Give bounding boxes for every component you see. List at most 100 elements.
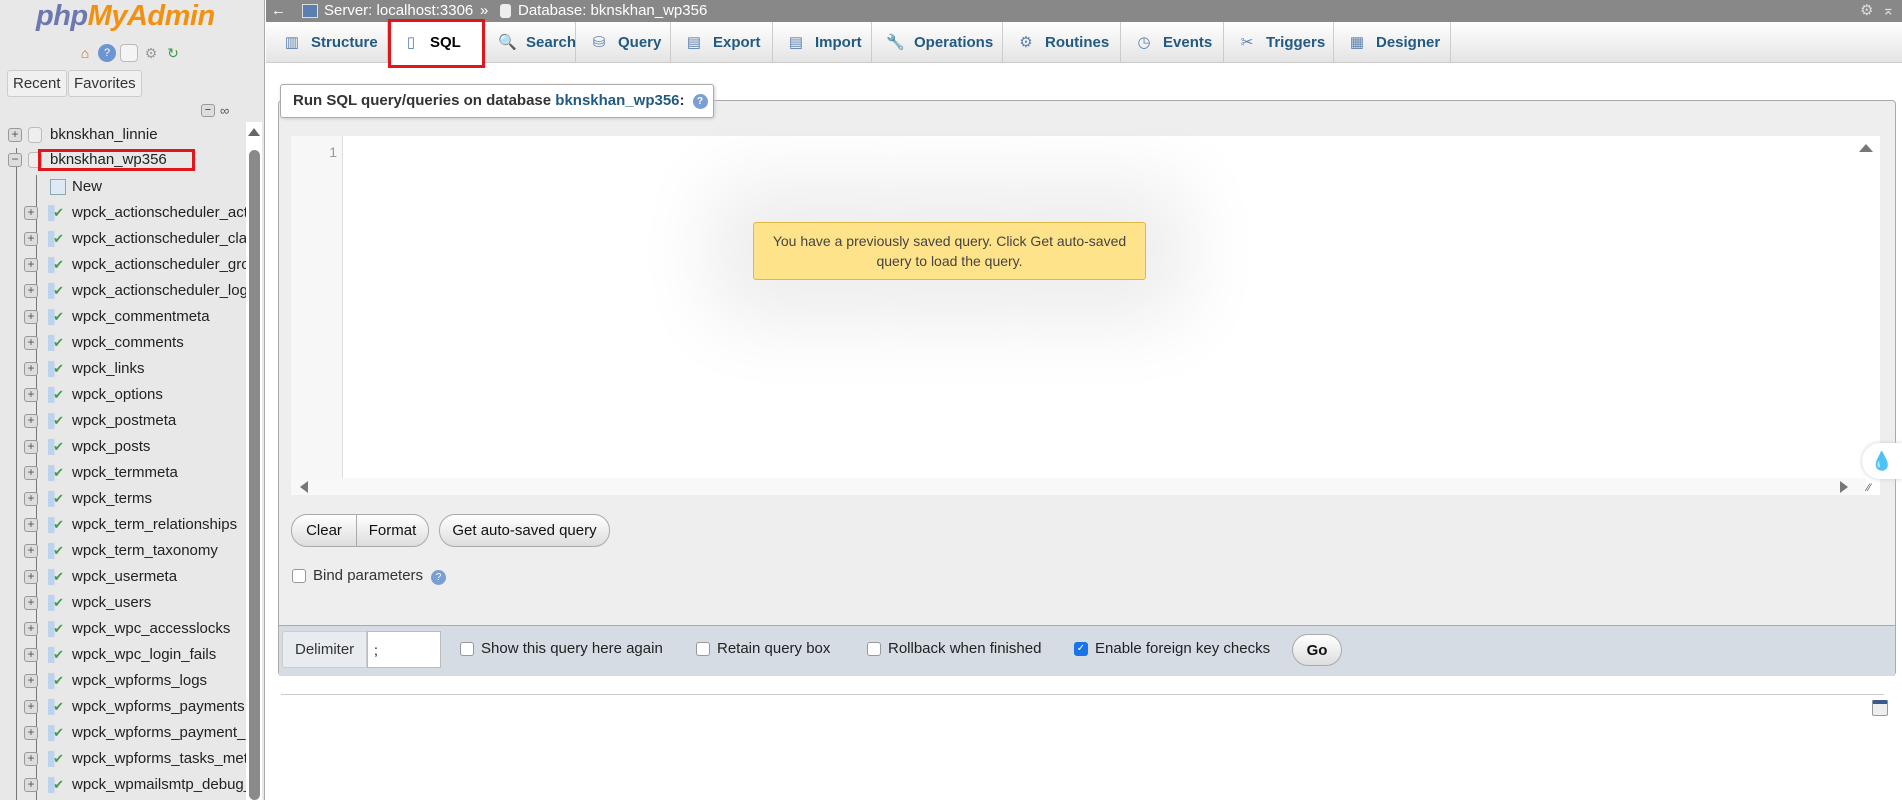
table-item[interactable]: + ✔ wpck_users xyxy=(0,591,246,615)
expand-icon[interactable]: + xyxy=(24,518,38,532)
link-icon[interactable]: ∞ xyxy=(220,103,229,118)
option-label[interactable]: Rollback when finished xyxy=(888,640,1041,657)
expand-icon[interactable]: + xyxy=(24,466,38,480)
tab-events[interactable]: ◷ Events xyxy=(1121,22,1224,63)
table-item[interactable]: + ✔ wpck_wpforms_logs xyxy=(0,669,246,693)
table-name[interactable]: wpck_usermeta xyxy=(72,565,177,589)
table-item[interactable]: + ✔ wpck_wpforms_tasks_met xyxy=(0,747,248,771)
tab-operations[interactable]: 🔧 Operations xyxy=(872,22,1003,63)
droplet-widget-icon[interactable]: 💧 xyxy=(1862,443,1902,479)
expand-icon[interactable]: + xyxy=(24,284,38,298)
bind-parameters-label[interactable]: Bind parameters xyxy=(313,567,423,584)
recent-button[interactable]: Recent xyxy=(7,70,67,97)
expand-icon[interactable]: + xyxy=(24,726,38,740)
table-item[interactable]: + ✔ wpck_actionscheduler_act xyxy=(0,201,248,225)
database-name[interactable]: bknskhan_linnie xyxy=(50,123,158,147)
help-icon[interactable]: ? xyxy=(98,44,116,62)
scroll-up-icon[interactable] xyxy=(1859,144,1873,152)
table-name[interactable]: wpck_wpforms_payment_r xyxy=(72,721,250,745)
table-item[interactable]: + ✔ wpck_actionscheduler_log xyxy=(0,279,248,303)
expand-icon[interactable]: + xyxy=(24,440,38,454)
favorites-button[interactable]: Favorites xyxy=(68,70,142,97)
tab-export[interactable]: ▤ Export xyxy=(671,22,773,63)
expand-icon[interactable]: + xyxy=(24,388,38,402)
get-auto-saved-query-button[interactable]: Get auto-saved query xyxy=(439,514,610,547)
table-name[interactable]: wpck_postmeta xyxy=(72,409,176,433)
sidebar-scrollbar-thumb[interactable] xyxy=(249,150,260,800)
table-name[interactable]: wpck_wpc_login_fails xyxy=(72,643,216,667)
expand-icon[interactable]: + xyxy=(24,648,38,662)
table-name[interactable]: wpck_actionscheduler_act xyxy=(72,201,248,225)
table-name[interactable]: wpck_options xyxy=(72,383,163,407)
table-name[interactable]: wpck_wpforms_tasks_met xyxy=(72,747,248,771)
expand-icon[interactable]: + xyxy=(24,570,38,584)
expand-icon[interactable]: + xyxy=(24,622,38,636)
table-name[interactable]: wpck_actionscheduler_log xyxy=(72,279,248,303)
new-table-item[interactable]: New xyxy=(0,175,246,199)
expand-icon[interactable]: + xyxy=(24,258,38,272)
clear-button[interactable]: Clear xyxy=(291,514,357,547)
scroll-right-icon[interactable] xyxy=(1840,481,1848,493)
expand-icon[interactable]: + xyxy=(24,778,38,792)
settings-icon[interactable]: ⚙ xyxy=(1860,0,1873,22)
tab-routines[interactable]: ⚙ Routines xyxy=(1003,22,1121,63)
option-label[interactable]: Show this query here again xyxy=(481,640,663,657)
expand-icon[interactable]: + xyxy=(24,206,38,220)
tab-triggers[interactable]: ✂ Triggers xyxy=(1224,22,1334,63)
table-item[interactable]: + ✔ wpck_comments xyxy=(0,331,246,355)
table-item[interactable]: + ✔ wpck_wpc_accesslocks xyxy=(0,617,246,641)
table-name[interactable]: wpck_posts xyxy=(72,435,150,459)
bind-parameters-checkbox[interactable] xyxy=(292,569,306,583)
table-name[interactable]: wpck_links xyxy=(72,357,145,381)
expand-icon[interactable]: + xyxy=(24,752,38,766)
docs-icon[interactable] xyxy=(120,44,138,62)
table-name[interactable]: wpck_wpforms_payments xyxy=(72,695,245,719)
database-item[interactable]: + bknskhan_linnie xyxy=(0,123,246,147)
reload-icon[interactable]: ↻ xyxy=(164,44,182,62)
format-button[interactable]: Format xyxy=(356,514,429,547)
table-name[interactable]: wpck_term_relationships xyxy=(72,513,237,537)
table-name[interactable]: wpck_users xyxy=(72,591,151,615)
option-label[interactable]: Retain query box xyxy=(717,640,830,657)
table-item[interactable]: + ✔ wpck_postmeta xyxy=(0,409,246,433)
expand-icon[interactable]: + xyxy=(8,128,22,142)
tab-search[interactable]: 🔍 Search xyxy=(484,22,576,63)
expand-icon[interactable]: + xyxy=(24,414,38,428)
table-item[interactable]: + ✔ wpck_term_relationships xyxy=(0,513,246,537)
table-item[interactable]: + ✔ wpck_actionscheduler_cla xyxy=(0,227,247,251)
go-button[interactable]: Go xyxy=(1292,634,1342,666)
table-item[interactable]: + ✔ wpck_usermeta xyxy=(0,565,246,589)
tab-designer[interactable]: ▦ Designer xyxy=(1334,22,1451,63)
collapse-icon[interactable]: − xyxy=(8,153,22,167)
back-arrow[interactable]: ← xyxy=(271,0,286,22)
table-item[interactable]: + ✔ wpck_wpforms_payment_r xyxy=(0,721,250,745)
table-item[interactable]: + ✔ wpck_posts xyxy=(0,435,246,459)
table-name[interactable]: wpck_wpc_accesslocks xyxy=(72,617,230,641)
table-item[interactable]: + ✔ wpck_wpmailsmtp_debug_ xyxy=(0,773,252,797)
tab-structure[interactable]: ▥ Structure xyxy=(269,22,388,63)
expand-icon[interactable]: + xyxy=(24,310,38,324)
scroll-left-icon[interactable] xyxy=(300,481,308,493)
table-name[interactable]: wpck_actionscheduler_cla xyxy=(72,227,247,251)
table-name[interactable]: wpck_wpforms_logs xyxy=(72,669,207,693)
help-icon[interactable]: ? xyxy=(692,93,708,109)
option-checkbox[interactable] xyxy=(867,642,881,656)
expand-icon[interactable]: + xyxy=(24,362,38,376)
table-item[interactable]: + ✔ wpck_options xyxy=(0,383,246,407)
resize-handle-icon[interactable]: ⁄⁄ xyxy=(1867,482,1871,494)
sql-query-input[interactable] xyxy=(345,138,1865,473)
table-name[interactable]: wpck_termmeta xyxy=(72,461,178,485)
table-name[interactable]: wpck_comments xyxy=(72,331,184,355)
table-name[interactable]: wpck_wpmailsmtp_debug_ xyxy=(72,773,252,797)
option-checkbox[interactable] xyxy=(696,642,710,656)
delimiter-input[interactable] xyxy=(367,631,441,668)
console-icon[interactable] xyxy=(1872,700,1888,716)
expand-icon[interactable]: + xyxy=(24,544,38,558)
tab-query[interactable]: ⛁ Query xyxy=(576,22,671,63)
table-item[interactable]: + ✔ wpck_wpforms_payments xyxy=(0,695,246,719)
expand-icon[interactable]: + xyxy=(24,674,38,688)
option-label[interactable]: Enable foreign key checks xyxy=(1095,640,1270,657)
home-icon[interactable]: ⌂ xyxy=(76,44,94,62)
option-checkbox[interactable] xyxy=(460,642,474,656)
legend-database-link[interactable]: bknskhan_wp356 xyxy=(555,92,679,109)
